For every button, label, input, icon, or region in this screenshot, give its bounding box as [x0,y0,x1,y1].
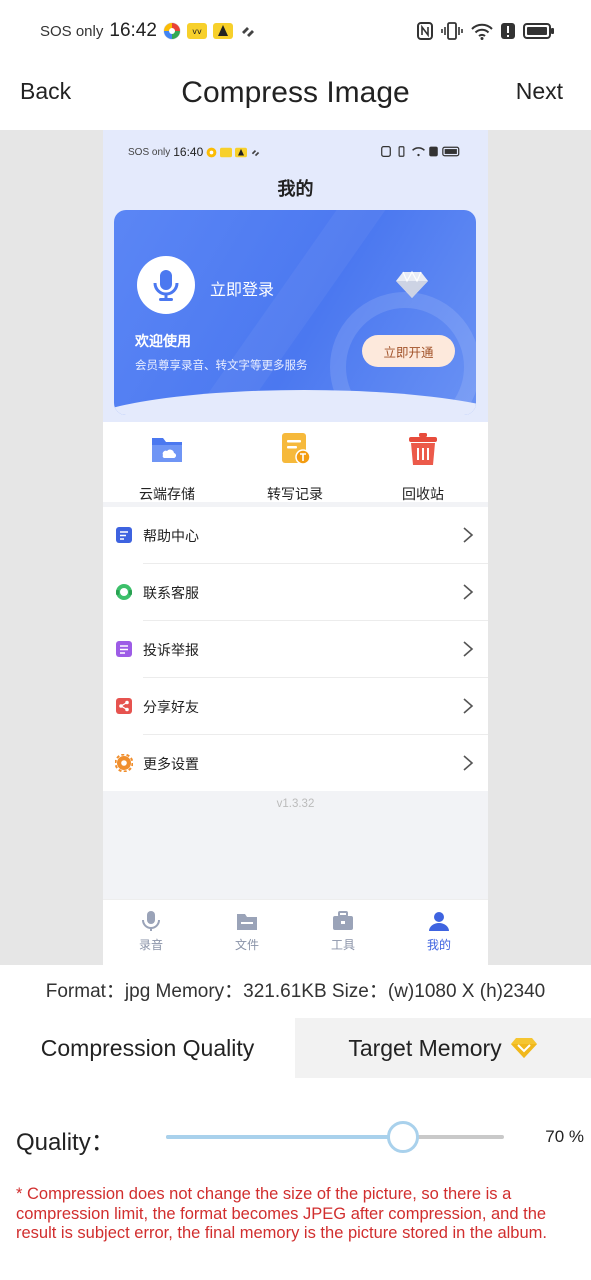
battery-icon [523,23,554,39]
settings-menu: 帮助中心 联系客服 投诉举报 分享好友 更多设置 [103,507,488,791]
login-link: 立即登录 [210,282,275,299]
page-title: Compress Image [181,76,410,109]
tab-label: 工具 [330,938,355,952]
preview-top-section: SOS only 16:40 我的 立即登录 欢迎使用 会员尊享录音、转文字等更… [103,130,488,430]
compression-mode-tabs: Compression Quality Target Memory [0,1018,591,1078]
tab-files: 文件 [199,910,295,953]
tab-label: 录音 [138,938,163,952]
vip-activate-button: 立即开通 [362,335,455,367]
battery-icon [442,146,460,157]
slider-fill [166,1135,403,1139]
menu-item-label: 联系客服 [143,585,199,601]
app-notification-icon: vv [186,23,207,39]
chevron-right-icon [463,641,474,657]
menu-item-complaint: 投诉举报 [103,621,488,678]
status-time: 16:42 [109,20,157,41]
image-info: Format：jpg Memory：321.61KB Size：(w)1080 … [45,981,546,1002]
image-preview-area: SOS only 16:40 我的 立即登录 欢迎使用 会员尊享录音、转文字等更… [0,130,591,965]
person-icon [429,912,449,931]
settings-icon [115,754,133,772]
tab-mine: 我的 [391,910,487,953]
tab-record: 录音 [103,910,199,953]
preview-page-title: 我的 [277,179,314,199]
headset-icon [116,584,132,600]
complaint-icon [116,641,132,657]
nfc-icon [417,22,433,40]
wifi-icon [412,147,425,157]
menu-item-label: 投诉举报 [143,642,199,658]
menu-item-help: 帮助中心 [103,507,488,564]
compression-note: * Compression does not change the size o… [16,1185,547,1242]
app-notification-icon [235,147,248,157]
share-icon [116,698,132,714]
member-card: 立即登录 欢迎使用 会员尊享录音、转文字等更多服务 立即开通 [114,210,476,415]
welcome-text: 欢迎使用 [135,333,191,349]
premium-diamond-icon [510,1038,537,1058]
transcript-icon [282,433,311,465]
help-icon [116,527,132,543]
alert-icon [429,146,438,157]
mic-icon [153,270,179,301]
quick-item-label: 转写记录 [267,486,323,502]
app-header: Back Compress Image Next [0,64,591,130]
app-notification-icon [220,147,233,157]
compress-image-screen: SOS only 16:42 vv Back Compress Image Ne… [0,0,591,1280]
app-notification-icon [252,149,260,156]
vibrate-icon [441,22,463,40]
app-notification-icon [206,147,217,157]
tab-label: 文件 [234,938,259,952]
next-button[interactable]: Next [516,78,563,105]
toolbox-icon [333,911,353,930]
vibrate-icon [398,146,405,157]
tab-label: Target Memory [348,1034,502,1061]
tab-label: Compression Quality [40,1034,255,1061]
slider-thumb[interactable] [386,1121,419,1153]
menu-item-share: 分享好友 [103,678,488,735]
tab-tools: 工具 [295,910,391,953]
preview-status-carrier: SOS only [128,146,171,158]
nfc-icon [381,146,391,157]
preview-image: SOS only 16:40 我的 立即登录 欢迎使用 会员尊享录音、转文字等更… [103,130,488,965]
quick-item-label: 云端存储 [139,486,195,502]
app-notification-icon [163,22,181,40]
svg-text:vv: vv [192,27,202,36]
menu-item-settings: 更多设置 [103,735,488,792]
quality-slider[interactable] [166,1120,504,1154]
chevron-right-icon [463,755,474,771]
chevron-right-icon [463,584,474,600]
cloud-folder-icon [152,438,182,462]
wifi-icon [471,23,493,40]
menu-item-label: 分享好友 [143,699,199,715]
alert-icon [501,23,515,39]
app-notification-icon [241,27,254,37]
quick-item-label: 回收站 [402,486,444,502]
app-version: v1.3.32 [276,798,315,810]
trash-icon [409,433,437,465]
tab-compression-quality[interactable]: Compression Quality [0,1018,295,1078]
menu-item-label: 更多设置 [143,756,199,772]
status-carrier: SOS only [40,22,104,40]
menu-item-support: 联系客服 [103,564,488,621]
status-bar: SOS only 16:42 vv [0,0,591,64]
menu-item-label: 帮助中心 [143,528,199,544]
diamond-icon [396,270,428,298]
chevron-right-icon [463,698,474,714]
quick-actions: 云端存储 转写记录 回收站 [103,422,488,502]
preview-status-time: 16:40 [173,145,204,159]
app-notification-icon [212,23,233,39]
quality-value: 70 % [545,1127,584,1146]
tab-label: 我的 [426,938,451,952]
tab-target-memory[interactable]: Target Memory [295,1018,591,1078]
quality-label: Quality： [16,1129,115,1156]
chevron-right-icon [463,527,474,543]
folder-icon [237,914,257,930]
member-description: 会员尊享录音、转文字等更多服务 [135,360,308,372]
mic-icon [142,911,160,931]
preview-tab-bar: 录音 文件 工具 我的 [103,899,488,965]
avatar [137,256,195,314]
